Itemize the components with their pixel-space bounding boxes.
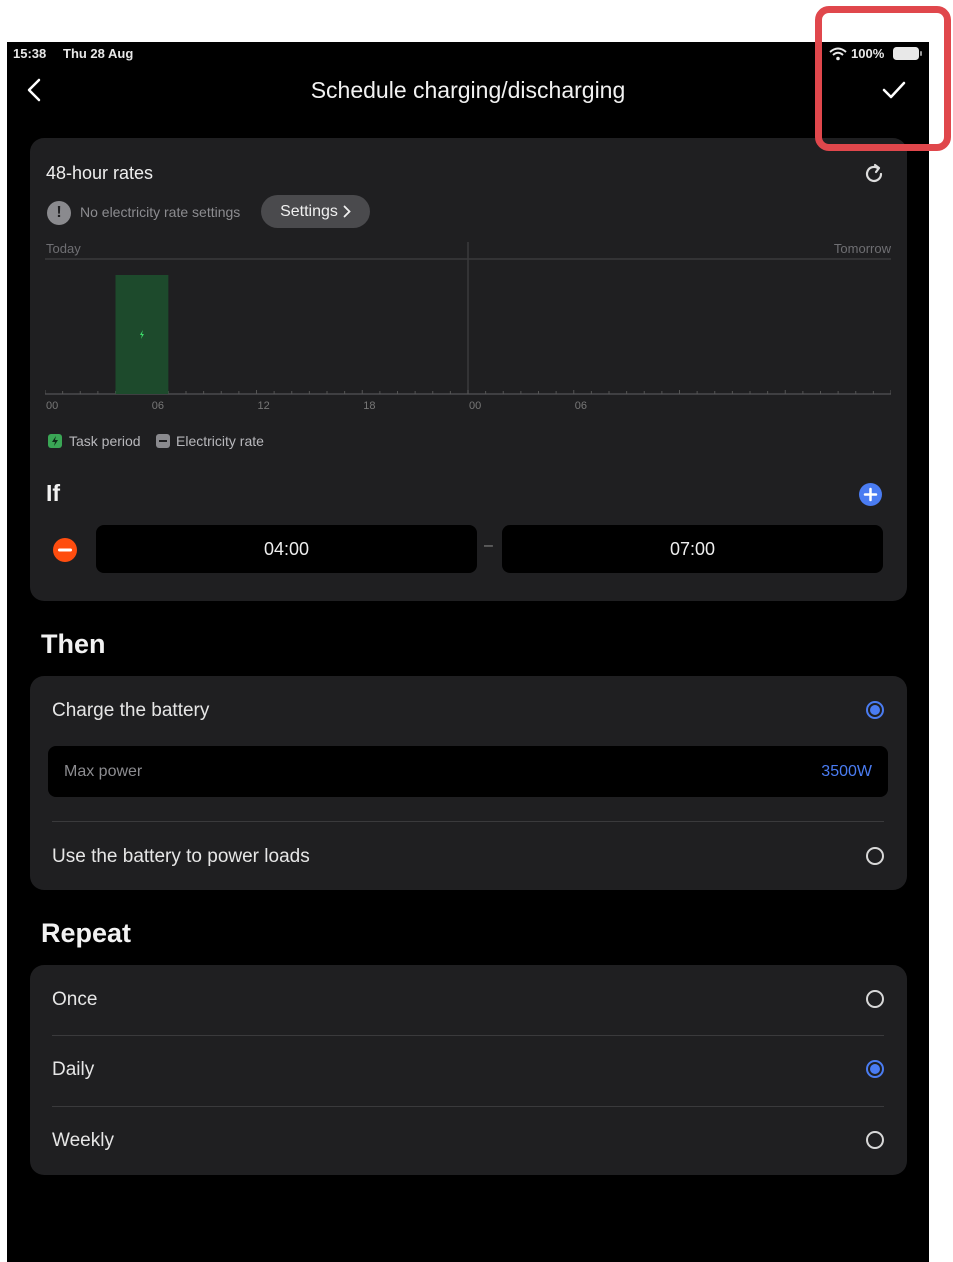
chart-tick-label: 18 [363,400,376,412]
repeat-option-label: Daily [52,1059,95,1080]
chevron-right-icon [343,205,351,218]
rates-card: 48-hour rates ! No electricity rate sett… [30,138,907,601]
power-loads-label: Use the battery to power loads [52,846,310,867]
then-title: Then [41,629,106,659]
power-loads-radio[interactable] [866,847,884,865]
repeat-option-daily[interactable]: Daily [30,1036,907,1106]
repeat-daily-radio[interactable] [866,1060,884,1078]
legend-electricity-rate: Electricity rate [176,433,264,449]
plus-icon [863,487,878,502]
max-power-field[interactable]: Max power 3500W [48,746,888,797]
power-loads-option[interactable]: Use the battery to power loads [30,822,907,890]
electricity-rate-legend-icon [156,434,170,448]
repeat-option-once[interactable]: Once [30,965,907,1035]
warning-icon: ! [47,201,71,225]
repeat-card: Once Daily Weekly [30,965,907,1175]
status-time: 15:38 [13,46,47,61]
repeat-option-label: Once [52,989,98,1010]
remove-time-button[interactable] [53,538,77,562]
legend-task-period: Task period [69,433,141,449]
chart-tick-label: 06 [574,400,587,412]
charge-battery-radio[interactable] [866,701,884,719]
task-period-legend-icon [48,434,62,448]
chart-tick-label: 06 [151,400,164,412]
settings-button-label: Settings [280,202,338,220]
then-card: Charge the battery Max power 3500W Use t… [30,676,907,890]
repeat-once-radio[interactable] [866,990,884,1008]
repeat-option-weekly[interactable]: Weekly [30,1107,907,1175]
chart-tick-label: 00 [46,400,59,412]
refresh-button[interactable] [862,162,886,186]
rate-chart [45,242,891,395]
repeat-title: Repeat [41,918,132,948]
repeat-weekly-radio[interactable] [866,1131,884,1149]
page-title: Schedule charging/discharging [310,77,626,103]
rate-notice: No electricity rate settings [80,204,241,220]
charge-battery-label: Charge the battery [52,700,210,721]
chart-tick-label: 12 [257,400,270,412]
chart-tick-label: 00 [469,400,482,412]
refresh-icon [865,163,883,183]
settings-button[interactable]: Settings [261,195,370,228]
time-separator: – [484,537,493,554]
start-time-field[interactable]: 04:00 [96,525,477,573]
rates-title: 48-hour rates [46,163,154,183]
status-date: Thu 28 Aug [63,46,134,61]
add-time-button[interactable] [859,483,882,506]
repeat-option-label: Weekly [52,1130,114,1151]
minus-icon [58,548,72,552]
max-power-value: 3500W [821,763,872,780]
end-time-field[interactable]: 07:00 [502,525,883,573]
max-power-label: Max power [64,763,143,780]
charge-battery-option[interactable]: Charge the battery [30,676,907,746]
highlight-box [815,6,951,151]
app-screen: 15:38 Thu 28 Aug 100% Schedule charging/… [7,42,929,1262]
if-title: If [46,480,61,506]
